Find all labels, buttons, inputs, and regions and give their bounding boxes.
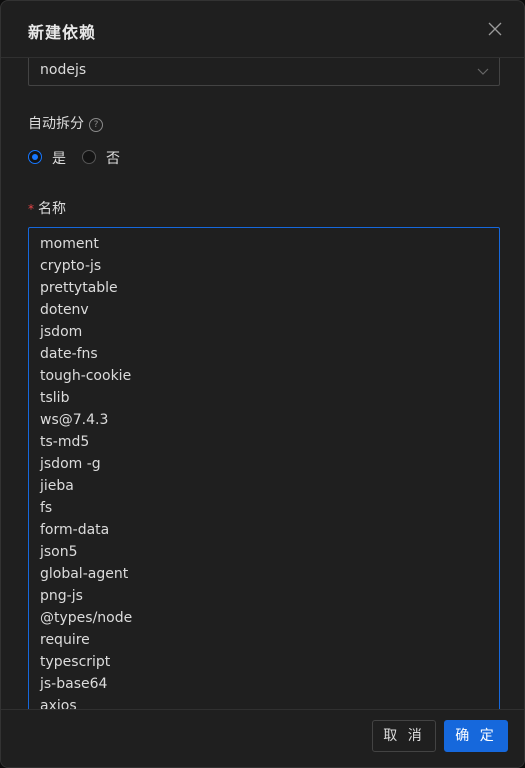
textarea-line: ts-md5 [40,434,90,450]
textarea-line: require [40,632,90,648]
textarea-line: prettytable [40,280,118,296]
textarea-line: ws@7.4.3 [40,412,109,428]
chevron-down-icon [477,68,489,75]
textarea-line: @types/node [40,610,133,626]
name-label-text: 名称 [38,201,66,217]
radio-yes-circle[interactable] [28,150,42,164]
radio-no-circle[interactable] [82,150,96,164]
name-label: * 名称 [28,198,66,218]
textarea-line: typescript [40,654,111,670]
textarea-line: date-fns [40,346,98,362]
modal-title: 新建依赖 [28,23,97,42]
textarea-line: jieba [40,478,74,494]
textarea-line: tslib [40,390,70,406]
textarea-line: moment [40,236,99,252]
new-dependency-modal: 新建依赖 nodejs 自动拆分? 是 否 * 名称 moment crypto… [0,0,525,768]
textarea-line: dotenv [40,302,89,318]
textarea-line: crypto-js [40,258,102,274]
textarea-line: tough-cookie [40,368,132,384]
auto-split-label-text: 自动拆分 [28,116,84,132]
type-select[interactable]: nodejs [28,58,500,86]
required-mark: * [28,202,34,216]
textarea-line: fs [40,500,53,516]
textarea-line: axios [40,698,77,710]
type-select-value: nodejs [40,62,87,78]
close-button[interactable] [486,20,504,38]
modal-footer: 取 消 确 定 [1,709,524,767]
cancel-button[interactable]: 取 消 [372,720,436,752]
textarea-line: jsdom [40,324,83,340]
question-circle-icon[interactable]: ? [89,118,103,132]
radio-no-label: 否 [106,151,120,167]
modal-body: nodejs 自动拆分? 是 否 * 名称 moment crypto-js pret… [1,58,524,710]
textarea-line: js-base64 [40,676,108,692]
modal-header: 新建依赖 [1,1,524,58]
close-icon [488,22,502,36]
auto-split-label: 自动拆分? [28,113,103,133]
textarea-content: moment crypto-js prettytable dotenv jsdom dat… [40,233,132,710]
confirm-button[interactable]: 确 定 [444,720,508,752]
name-textarea[interactable]: moment crypto-js prettytable dotenv jsdom dat… [28,227,500,710]
textarea-line: form-data [40,522,110,538]
textarea-line: jsdom -g [40,456,101,472]
radio-yes-label: 是 [52,151,66,167]
textarea-line: png-js [40,588,83,604]
textarea-line: global-agent [40,566,129,582]
textarea-line: json5 [40,544,78,560]
